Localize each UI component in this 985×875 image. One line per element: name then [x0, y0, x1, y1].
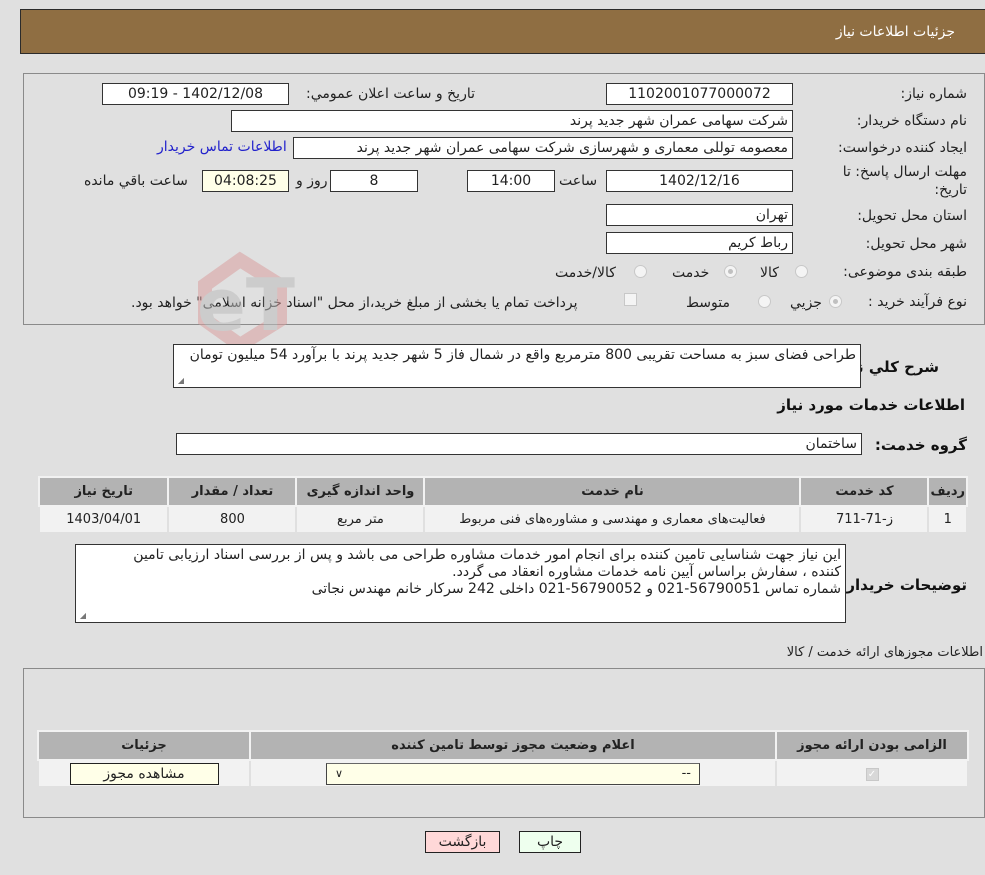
summary-text: طراحی فضای سبز به مساحت تقریبی 800 مترمر… [189, 347, 856, 363]
need-number-field: 1102001077000072 [606, 83, 793, 105]
requester-field: معصومه توللی معماری و شهرسازی شرکت سهامی… [293, 137, 793, 159]
category-radio-goods-service[interactable] [634, 265, 647, 278]
col-service-name: نام خدمت [423, 476, 802, 507]
col-permit-details: جزئیات [37, 730, 251, 761]
cell-quantity: 800 [167, 505, 298, 534]
city-field: رباط کریم [606, 232, 793, 254]
resize-grip-icon[interactable]: ◢ [78, 612, 86, 620]
buyer-org-label: نام دستگاه خریدار: [856, 113, 967, 129]
chevron-down-icon: ∨ [335, 767, 344, 780]
service-group-field: ساختمان [176, 433, 862, 455]
services-table: ردیف کد خدمت نام خدمت واحد اندازه گیری ت… [37, 476, 968, 534]
deadline-time-field: 14:00 [467, 170, 555, 192]
category-option-service: خدمت [672, 265, 710, 281]
deadline-date-field: 1402/12/16 [606, 170, 793, 192]
col-quantity: تعداد / مقدار [167, 476, 298, 507]
category-option-goods-service: کالا/خدمت [555, 265, 616, 281]
cell-need-date: 1403/04/01 [37, 505, 170, 534]
deadline-time-label: ساعت [559, 173, 598, 189]
page-header: جزئیات اطلاعات نیاز [20, 9, 985, 54]
col-permit-status: اعلام وضعیت مجوز توسط تامین کننده [249, 730, 777, 761]
summary-textarea[interactable]: طراحی فضای سبز به مساحت تقریبی 800 مترمر… [173, 344, 861, 388]
category-radio-goods[interactable] [795, 265, 808, 278]
process-radio-minor[interactable] [829, 295, 842, 308]
permits-table: الزامی بودن ارائه مجوز اعلام وضعیت مجوز … [37, 730, 969, 788]
col-service-code: کد خدمت [799, 476, 930, 507]
page-title: جزئیات اطلاعات نیاز [835, 23, 955, 40]
category-radio-service[interactable] [724, 265, 737, 278]
remaining-time-label: ساعت باقي مانده [84, 173, 188, 189]
col-unit: واحد اندازه گیری [295, 476, 426, 507]
days-label: روز و [296, 173, 328, 189]
services-section-title: اطلاعات خدمات مورد نیاز [777, 396, 965, 414]
requester-label: ایجاد کننده درخواست: [838, 140, 967, 156]
services-table-header: ردیف کد خدمت نام خدمت واحد اندازه گیری ت… [37, 476, 968, 507]
process-option-minor: جزيي [790, 295, 822, 311]
table-row: ✓ -- ∨ مشاهده مجوز [37, 759, 969, 788]
cell-permit-status: -- ∨ [249, 759, 777, 788]
back-button[interactable]: بازگشت [425, 831, 500, 853]
service-group-label: گروه خدمت: [874, 436, 967, 454]
cell-service-code: ز-71-711 [799, 505, 930, 534]
deadline-label: مهلت ارسال پاسخ: تا [842, 164, 967, 180]
buyer-org-field: شرکت سهامی عمران شهر جدید پرند [231, 110, 793, 132]
table-row: 1 ز-71-711 فعالیت‌های معماری و مهندسی و … [37, 505, 968, 534]
permit-status-value: -- [681, 766, 691, 781]
print-button[interactable]: چاپ [519, 831, 581, 853]
remaining-days-field: 8 [330, 170, 418, 192]
col-row-number: ردیف [927, 476, 968, 507]
buyer-notes-line-2: کننده ، سفارش براساس آیین نامه خدمات مشا… [452, 564, 841, 580]
process-type-label: نوع فرآیند خرید : [868, 294, 967, 310]
permit-status-select[interactable]: -- ∨ [326, 762, 700, 785]
cell-permit-details: مشاهده مجوز [37, 759, 251, 788]
process-option-medium: متوسط [686, 295, 730, 311]
need-number-label: شماره نیاز: [900, 86, 968, 102]
treasury-checkbox[interactable] [624, 293, 637, 306]
cell-unit: متر مربع [295, 505, 426, 534]
buyer-notes-line-1: این نیاز جهت شناسایی تامین کننده برای ان… [133, 547, 841, 563]
col-permit-required: الزامی بودن ارائه مجوز [775, 730, 969, 761]
permits-table-header: الزامی بودن ارائه مجوز اعلام وضعیت مجوز … [37, 730, 969, 761]
cell-service-name: فعالیت‌های معماری و مهندسی و مشاوره‌های … [423, 505, 802, 534]
province-field: تهران [606, 204, 793, 226]
process-radio-medium[interactable] [758, 295, 771, 308]
buyer-notes-line-3: شماره تماس 56790051-021 و 56790052-021 د… [311, 581, 841, 597]
city-label: شهر محل تحویل: [865, 236, 967, 252]
buyer-contact-link[interactable]: اطلاعات تماس خریدار [157, 139, 287, 155]
cell-row-number: 1 [927, 505, 968, 534]
buyer-notes-textarea[interactable]: این نیاز جهت شناسایی تامین کننده برای ان… [75, 544, 846, 623]
col-need-date: تاریخ نیاز [37, 476, 170, 507]
remaining-time-field: 04:08:25 [202, 170, 289, 192]
announce-datetime-label: تاریخ و ساعت اعلان عمومي: [306, 86, 475, 102]
category-option-goods: کالا [760, 265, 779, 281]
category-label: طبقه بندی موضوعی: [843, 264, 967, 280]
cell-permit-required: ✓ [775, 759, 969, 788]
treasury-note: پرداخت تمام یا بخشی از مبلغ خرید،از محل … [131, 295, 578, 311]
deadline-label-line2: تاریخ: [934, 182, 967, 198]
required-checkbox[interactable]: ✓ [865, 768, 879, 781]
view-permit-button[interactable]: مشاهده مجوز [69, 762, 219, 785]
province-label: استان محل تحویل: [857, 208, 967, 224]
resize-grip-icon[interactable]: ◢ [176, 377, 184, 385]
announce-datetime-field: 1402/12/08 - 09:19 [102, 83, 289, 105]
permits-section-title: اطلاعات مجوزهای ارائه خدمت / کالا [786, 645, 983, 660]
buyer-notes-label: توضیحات خریدار: [840, 576, 967, 594]
